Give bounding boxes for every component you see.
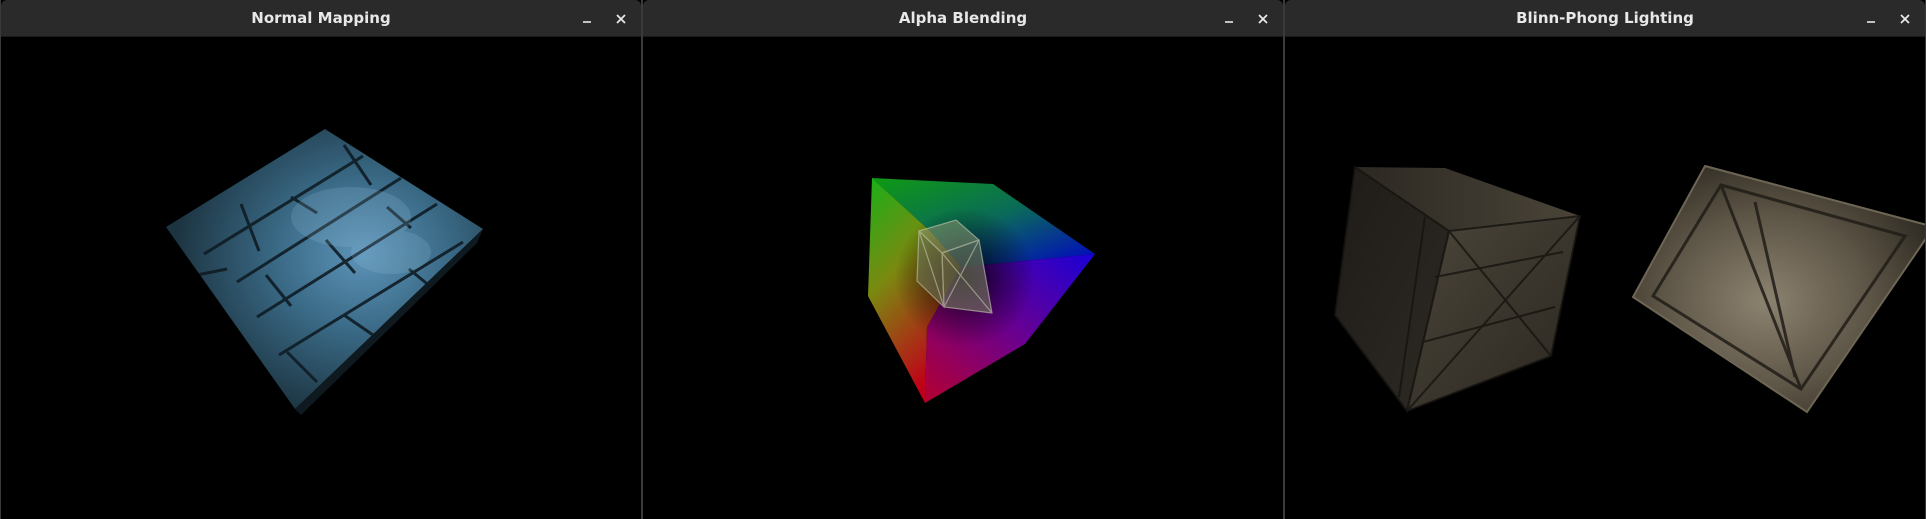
minimize-button[interactable] — [1859, 7, 1883, 31]
close-button[interactable] — [609, 7, 633, 31]
titlebar[interactable]: Blinn-Phong Lighting — [1285, 0, 1925, 37]
lit-crates-scene — [1333, 164, 1925, 414]
desktop: Normal Mapping Alpha Blending Blinn-Phon… — [0, 0, 1926, 519]
titlebar[interactable]: Alpha Blending — [643, 0, 1283, 37]
crate-right — [1631, 164, 1925, 414]
window-controls — [575, 0, 633, 37]
normal-mapped-plane — [166, 129, 483, 415]
window-alpha-blending[interactable]: Alpha Blending — [642, 0, 1284, 519]
minimize-icon — [583, 20, 591, 23]
minimize-icon — [1225, 20, 1233, 23]
window-title: Alpha Blending — [898, 9, 1028, 27]
close-icon — [1258, 13, 1268, 24]
minimize-button[interactable] — [575, 7, 599, 31]
window-blinn-phong-lighting[interactable]: Blinn-Phong Lighting — [1284, 0, 1926, 519]
window-title: Blinn-Phong Lighting — [1516, 9, 1694, 27]
crate-left — [1333, 165, 1582, 414]
titlebar[interactable]: Normal Mapping — [1, 0, 641, 37]
window-controls — [1859, 0, 1917, 37]
render-viewport[interactable] — [643, 37, 1283, 519]
minimize-icon — [1867, 20, 1875, 23]
close-icon — [616, 13, 626, 24]
render-viewport[interactable] — [1, 37, 641, 519]
close-button[interactable] — [1251, 7, 1275, 31]
render-viewport[interactable] — [1285, 37, 1925, 519]
window-normal-mapping[interactable]: Normal Mapping — [0, 0, 642, 519]
color-cube-scene — [868, 178, 1095, 403]
window-controls — [1217, 0, 1275, 37]
close-button[interactable] — [1893, 7, 1917, 31]
close-icon — [1900, 13, 1910, 24]
window-title: Normal Mapping — [251, 9, 391, 27]
minimize-button[interactable] — [1217, 7, 1241, 31]
